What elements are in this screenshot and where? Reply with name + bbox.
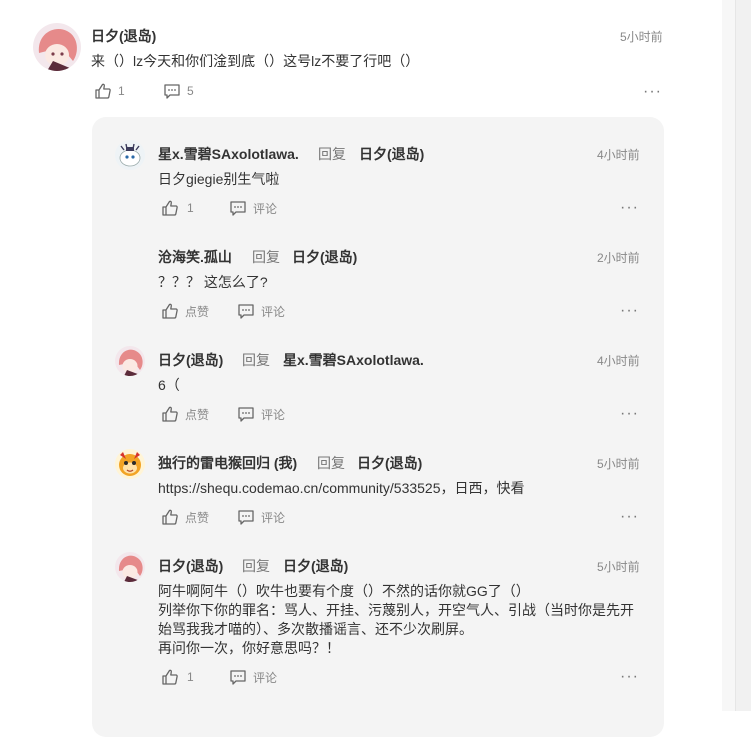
comment-icon [238, 407, 254, 422]
comment-button[interactable]: 评论 [229, 199, 277, 217]
like-label: 点赞 [185, 407, 210, 422]
like-button[interactable]: 1 [161, 199, 194, 217]
reply-time: 4小时前 [597, 148, 640, 162]
thumbs-up-icon [162, 303, 178, 319]
avatar[interactable] [115, 346, 145, 376]
comment-label: 评论 [261, 407, 286, 422]
comment-text: 来（）lz今天和你们淦到底（）这号lz不要了行吧（） [91, 53, 420, 69]
avatar[interactable] [115, 449, 145, 479]
comment-time: 5小时前 [620, 30, 663, 44]
thumbs-up-icon [162, 669, 178, 685]
comment-icon [164, 84, 180, 99]
thumbs-up-icon [162, 200, 178, 216]
reply-time: 5小时前 [597, 560, 640, 574]
thumbs-up-icon [162, 406, 178, 422]
more-icon[interactable]: ··· [620, 406, 639, 422]
comment-count: 5 [187, 84, 194, 98]
reply-time: 4小时前 [597, 354, 640, 368]
like-button[interactable]: 1 [161, 668, 194, 686]
reply-text-line: https://shequ.codemao.cn/community/53352… [158, 480, 525, 496]
more-icon[interactable]: ··· [643, 84, 662, 100]
like-label: 点赞 [185, 304, 210, 319]
reply-time: 5小时前 [597, 457, 640, 471]
like-button[interactable]: 点赞 [161, 302, 209, 320]
avatar[interactable] [115, 140, 145, 170]
scrollbar[interactable] [735, 0, 751, 711]
like-count: 1 [118, 84, 125, 98]
more-icon[interactable]: ··· [620, 509, 639, 525]
reply-label: 回复 [242, 558, 270, 574]
comment-icon [238, 304, 254, 319]
reply-target[interactable]: 日夕(退岛) [292, 247, 357, 267]
reply-text-line: 再问你一次，你好意思吗？！ [158, 640, 340, 656]
comment-button[interactable]: 评论 [237, 405, 285, 423]
reply-time: 2小时前 [597, 251, 640, 265]
like-button[interactable]: 1 [94, 82, 125, 100]
anime-avatar-image [115, 346, 145, 376]
reply-label: 回复 [252, 249, 280, 265]
reply-target[interactable]: 星x.雪碧SAxolotlawa. [283, 350, 424, 370]
monkey-avatar-image [115, 449, 145, 479]
reply-author[interactable]: 日夕(退岛) [158, 350, 223, 370]
reply-author[interactable]: 独行的雷电猴回归 (我) [158, 453, 297, 473]
comment-icon [230, 201, 246, 216]
like-label: 点赞 [185, 510, 210, 525]
reply-text-line: 列举你下你的罪名：骂人、开挂、污蔑别人，开空气人、引战（当时你是先开 [158, 602, 634, 618]
comment-author[interactable]: 日夕(退岛) [91, 26, 156, 46]
reply-text-line: 始骂我我才喵的）、多次散播谣言、还不少次刷屏。 [158, 621, 473, 637]
comment-button[interactable]: 5 [163, 82, 194, 100]
avatar[interactable] [33, 23, 81, 71]
like-label: 1 [187, 201, 194, 215]
reply-target[interactable]: 日夕(退岛) [357, 453, 422, 473]
thumbs-up-icon [162, 509, 178, 525]
comment-label: 评论 [253, 201, 278, 216]
comment-icon [238, 510, 254, 525]
comment-icon [230, 670, 246, 685]
comment-label: 评论 [253, 670, 278, 685]
page-gutter [722, 0, 736, 711]
reply-target[interactable]: 日夕(退岛) [359, 144, 424, 164]
comment-button[interactable]: 评论 [237, 302, 285, 320]
reply-label: 回复 [317, 455, 345, 471]
more-icon[interactable]: ··· [620, 669, 639, 685]
reply-author[interactable]: 日夕(退岛) [158, 556, 223, 576]
axolotl-avatar-image [115, 140, 145, 170]
comment-label: 评论 [261, 510, 286, 525]
thumbs-up-icon [95, 83, 111, 99]
reply-text-line: 日夕giegie别生气啦 [158, 171, 280, 187]
comment-button[interactable]: 评论 [229, 668, 277, 686]
reply-label: 回复 [242, 352, 270, 368]
anime-avatar-image [33, 23, 81, 71]
avatar[interactable] [115, 552, 145, 582]
anime-avatar-image [115, 552, 145, 582]
reply-author[interactable]: 沧海笑.孤山 [158, 247, 232, 267]
reply-author[interactable]: 星x.雪碧SAxolotlawa. [158, 144, 299, 164]
reply-text-line: 阿牛啊阿牛（）吹牛也要有个度（）不然的话你就GG了（） [158, 583, 530, 599]
like-button[interactable]: 点赞 [161, 508, 209, 526]
like-label: 1 [187, 670, 194, 684]
like-button[interactable]: 点赞 [161, 405, 209, 423]
reply-text-line: 6（ [158, 377, 180, 393]
more-icon[interactable]: ··· [620, 303, 639, 319]
comment-button[interactable]: 评论 [237, 508, 285, 526]
reply-label: 回复 [318, 146, 346, 162]
more-icon[interactable]: ··· [620, 200, 639, 216]
comment-label: 评论 [261, 304, 286, 319]
reply-text-line: ？？？ 这怎么了? [158, 274, 268, 290]
reply-target[interactable]: 日夕(退岛) [283, 556, 348, 576]
